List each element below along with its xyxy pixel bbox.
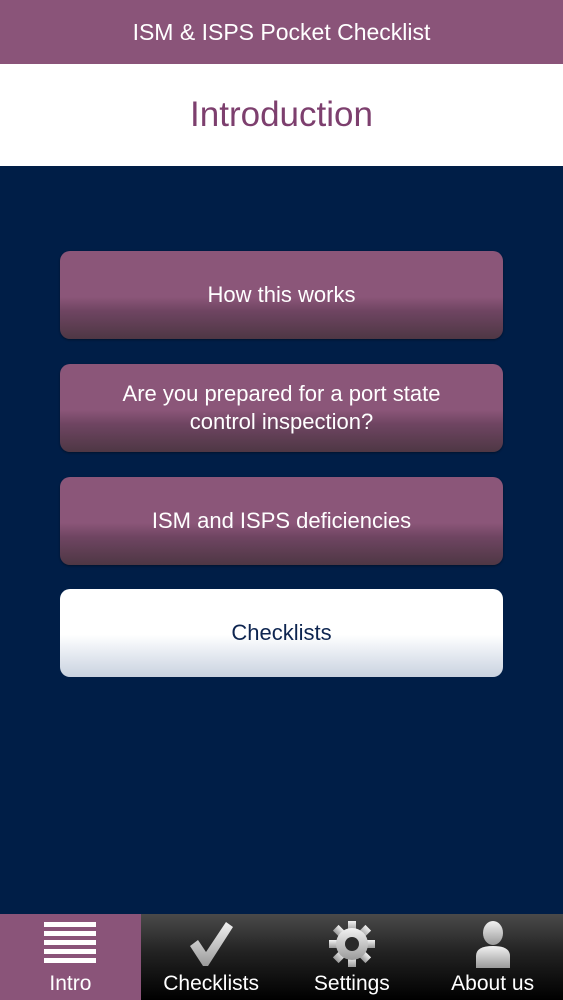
app-header: ISM & ISPS Pocket Checklist	[0, 0, 563, 64]
checkmark-icon	[188, 916, 234, 972]
title-bar: Introduction	[0, 64, 563, 166]
checklists-button[interactable]: Checklists	[60, 589, 503, 677]
main-content: How this works Are you prepared for a po…	[0, 166, 563, 914]
page-title: Introduction	[190, 95, 373, 134]
tab-label: About us	[451, 972, 535, 995]
tab-intro[interactable]: Intro	[0, 914, 141, 1000]
gear-icon	[328, 916, 376, 972]
person-icon	[473, 916, 513, 972]
port-state-control-button[interactable]: Are you prepared for a port state contro…	[60, 364, 503, 452]
button-label: How this works	[207, 282, 356, 307]
deficiencies-button[interactable]: ISM and ISPS deficiencies	[60, 477, 503, 565]
tab-about-us[interactable]: About us	[422, 914, 563, 1000]
how-this-works-button[interactable]: How this works	[60, 251, 503, 339]
button-label: Checklists	[231, 620, 332, 645]
app-title: ISM & ISPS Pocket Checklist	[132, 18, 431, 45]
tab-checklists[interactable]: Checklists	[141, 914, 282, 1000]
tab-label: Checklists	[163, 972, 259, 995]
button-label: Are you prepared for a port state contro…	[122, 381, 441, 434]
tab-settings[interactable]: Settings	[282, 914, 423, 1000]
button-label: ISM and ISPS deficiencies	[151, 508, 412, 533]
tab-label: Intro	[49, 972, 92, 995]
tab-bar: Intro Checklists Settings About us	[0, 914, 563, 1000]
tab-label: Settings	[313, 972, 390, 995]
list-icon	[43, 916, 97, 972]
